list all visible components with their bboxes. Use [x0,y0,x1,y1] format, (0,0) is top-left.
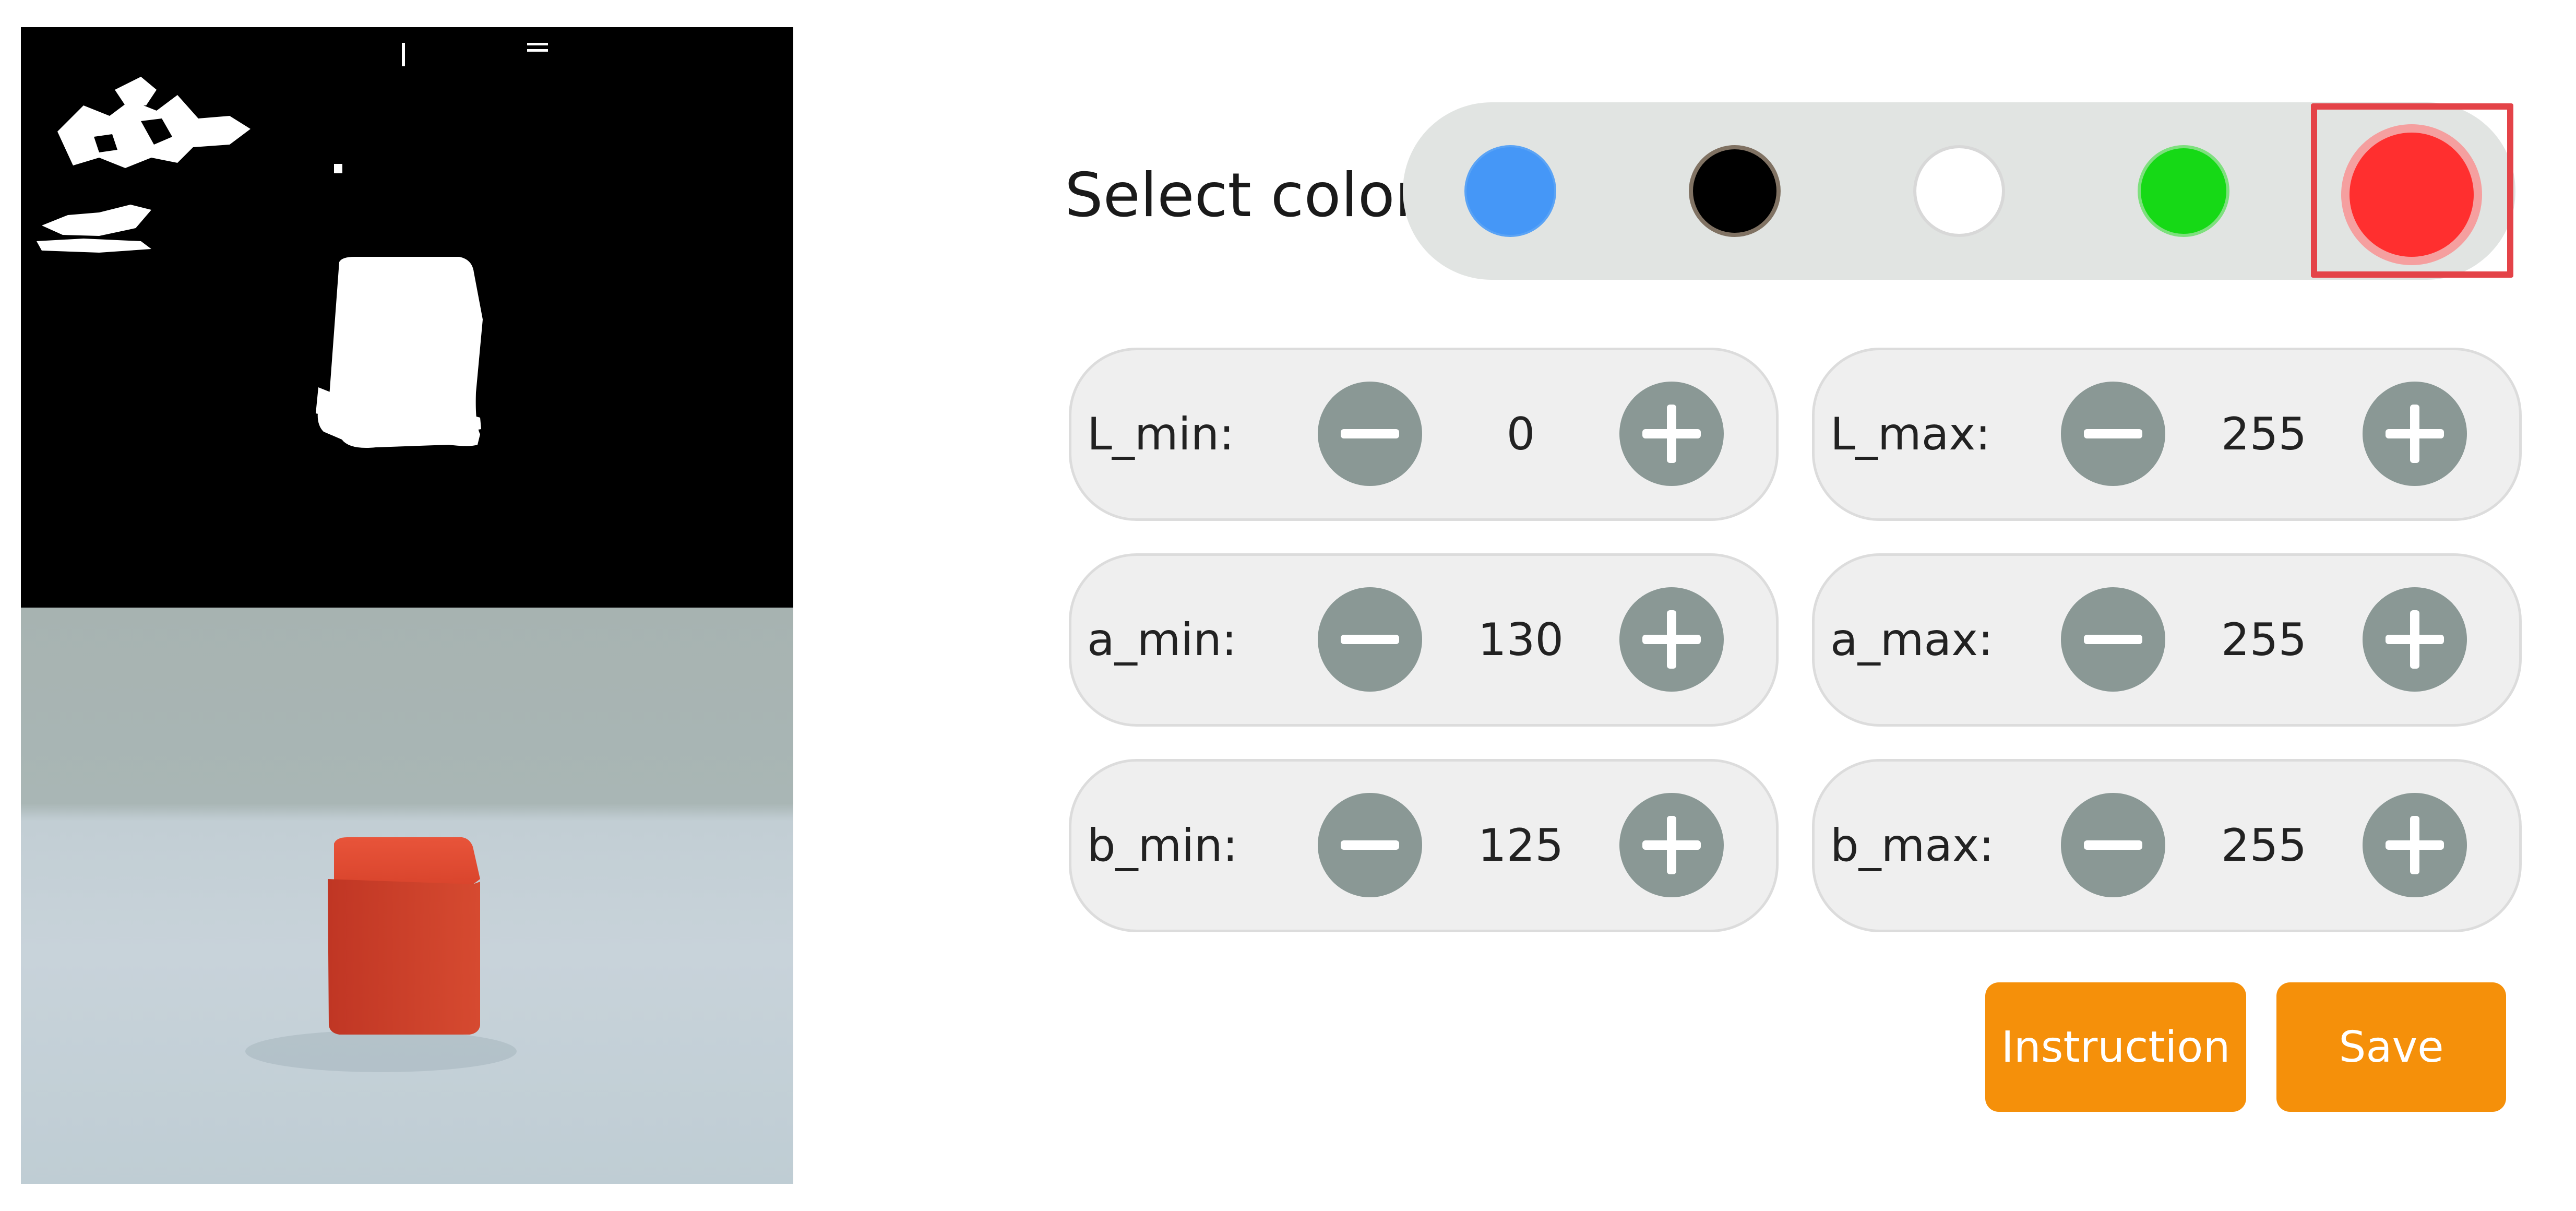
threshold-label: L_min: [1087,408,1235,460]
l-min-decrement-button[interactable] [1318,382,1422,486]
a-min-increment-button[interactable] [1619,587,1724,692]
color-swatch-black[interactable] [1689,145,1781,237]
save-button[interactable]: Save [2276,982,2506,1112]
l-max-increment-button[interactable] [2363,382,2467,486]
minus-icon [2084,840,2142,850]
threshold-label: L_max: [1830,408,1991,460]
threshold-a-min: a_min: 130 [1069,553,1779,727]
threshold-b-min: b_min: 125 [1069,759,1779,932]
minus-icon [2084,429,2142,438]
plus-icon-vertical [2410,405,2419,463]
threshold-value: 255 [2221,614,2307,666]
color-swatch-blue[interactable] [1464,145,1556,237]
threshold-l-max: L_max: 255 [1812,348,2522,521]
threshold-l-min: L_min: 0 [1069,348,1779,521]
a-max-increment-button[interactable] [2363,587,2467,692]
plus-icon-vertical [2410,816,2419,874]
threshold-a-max: a_max: 255 [1812,553,2522,727]
threshold-value: 255 [2221,408,2307,460]
color-swatch-white[interactable] [1913,145,2005,237]
l-max-decrement-button[interactable] [2061,382,2165,486]
plus-icon-vertical [2410,610,2419,669]
select-color-label: Select color: [1065,160,1439,231]
minus-icon [2084,635,2142,644]
threshold-value: 130 [1477,614,1564,666]
mask-shapes [37,43,548,448]
color-swatch-green[interactable] [2138,145,2229,237]
threshold-label: a_min: [1087,614,1237,666]
threshold-label: b_min: [1087,820,1238,872]
minus-icon [1341,635,1399,644]
camera-preview [21,608,793,1184]
threshold-value: 125 [1477,820,1564,872]
threshold-label: a_max: [1830,614,1994,666]
threshold-value: 255 [2221,820,2307,872]
minus-icon [1341,429,1399,438]
binary-mask-preview [21,27,793,608]
camera-scene [245,837,517,1072]
plus-icon-vertical [1667,405,1676,463]
threshold-label: b_max: [1830,820,1994,872]
instruction-button[interactable]: Instruction [1985,982,2246,1112]
threshold-b-max: b_max: 255 [1812,759,2522,932]
plus-icon-vertical [1667,610,1676,669]
cube-top [334,837,480,887]
a-max-decrement-button[interactable] [2061,587,2165,692]
b-min-increment-button[interactable] [1619,793,1724,897]
b-max-decrement-button[interactable] [2061,793,2165,897]
b-max-increment-button[interactable] [2363,793,2467,897]
l-min-increment-button[interactable] [1619,382,1724,486]
b-min-decrement-button[interactable] [1318,793,1422,897]
plus-icon-vertical [1667,816,1676,874]
threshold-value: 0 [1506,408,1535,460]
red-cube [328,879,480,1035]
minus-icon [1341,840,1399,850]
a-min-decrement-button[interactable] [1318,587,1422,692]
selected-color-highlight [2311,103,2513,278]
